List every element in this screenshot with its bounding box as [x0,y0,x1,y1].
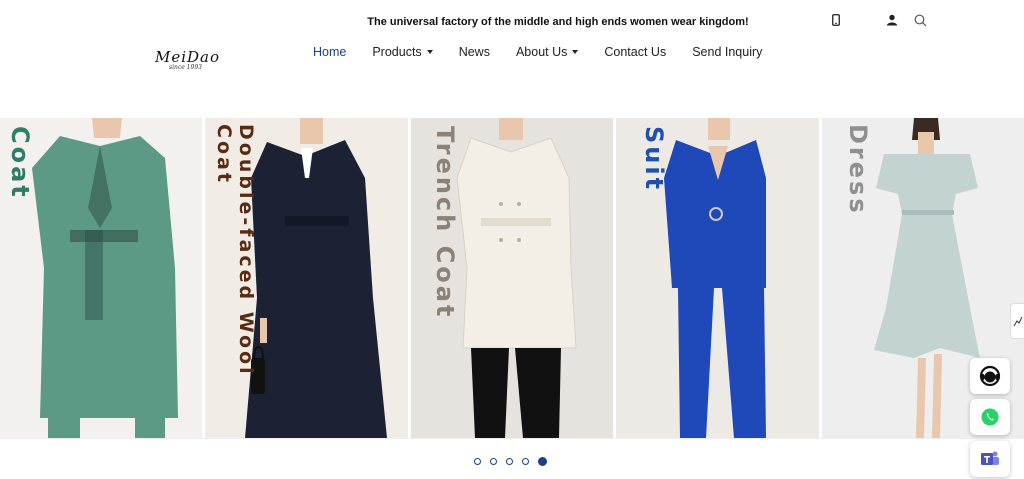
nav-news-label: News [458,45,490,59]
banner-panel-suit[interactable]: Suit [616,118,819,438]
phone-icon[interactable] [826,12,846,28]
banner-panel-double-faced-wool-coat[interactable]: Double-faced Wool Coat [205,118,408,438]
slider-dots [474,457,547,466]
banner-label: Trench Coat [431,126,459,320]
search-icon[interactable] [910,12,930,28]
caret-down-icon [426,50,433,54]
nav-send-inquiry[interactable]: Send Inquiry [692,45,762,59]
whatsapp-button[interactable] [970,399,1010,435]
teams-icon [981,451,999,465]
nav-contact-us-label: Contact Us [604,45,667,59]
banner-panel-coat[interactable]: Coat [0,118,202,438]
top-icons [826,12,930,28]
banner-label: Suit [640,126,668,193]
nav-products[interactable]: Products [372,45,433,59]
chart-icon [1013,316,1023,327]
nav-about-us-label: About Us [515,45,568,59]
nav-products-label: Products [372,45,422,59]
side-toggle-tab[interactable] [1010,303,1024,339]
nav-news[interactable]: News [459,45,490,59]
customer-service-button[interactable] [970,358,1010,394]
slider-dot-1[interactable] [474,458,481,465]
slider-dot-3[interactable] [506,458,513,465]
nav-send-inquiry-label: Send Inquiry [692,45,763,59]
nav-about-us[interactable]: About Us [515,45,579,59]
nav-contact-us[interactable]: Contact Us [604,45,666,59]
nav-home-label: Home [313,45,347,59]
banner-label: Dress [844,124,872,216]
nav-home[interactable]: Home [313,45,346,59]
banner-label: Double-faced Wool Coat [213,124,257,377]
main-nav: Home Products News About Us Contact Us S… [313,45,788,59]
slider-dot-5[interactable] [538,457,547,466]
user-icon[interactable] [882,12,902,28]
banner-label: Coat [6,126,34,200]
whatsapp-icon [981,408,999,426]
teams-button[interactable] [970,441,1010,477]
slider-dot-4[interactable] [522,458,529,465]
slider-dot-2[interactable] [490,458,497,465]
banner-divider [0,438,1024,439]
headset-icon [979,365,1001,387]
banner-panel-trench-coat[interactable]: Trench Coat [411,118,613,438]
caret-down-icon [572,50,579,54]
site-logo[interactable]: MeiDao since 1993 [155,48,235,76]
hero-banner[interactable]: Coat Double-faced Wool Coat Trench Coat [0,118,1024,438]
